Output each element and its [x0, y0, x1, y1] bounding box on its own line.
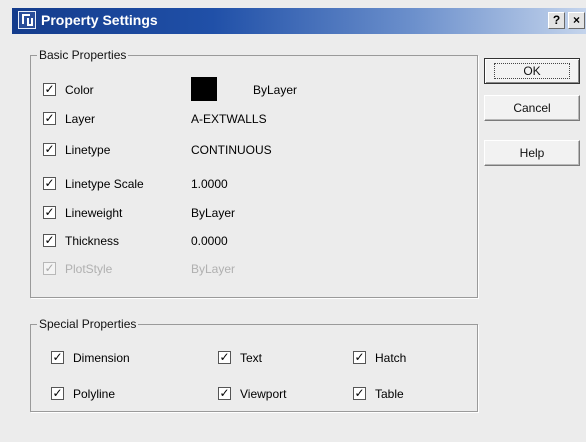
- viewport-option: ✓ Viewport: [218, 385, 348, 405]
- linetype-scale-row: ✓ Linetype Scale 1.0000: [43, 175, 463, 195]
- close-icon[interactable]: ×: [568, 12, 585, 29]
- linetype-scale-checkbox[interactable]: ✓: [43, 177, 56, 190]
- lineweight-value: ByLayer: [191, 206, 236, 220]
- help-question-icon[interactable]: ?: [548, 12, 565, 29]
- color-row: ✓ Color ByLayer: [43, 77, 463, 101]
- help-button[interactable]: Help: [484, 140, 580, 166]
- text-checkbox[interactable]: ✓: [218, 351, 231, 364]
- color-checkbox[interactable]: ✓: [43, 83, 56, 96]
- ok-button-label: OK: [494, 63, 570, 79]
- thickness-row: ✓ Thickness 0.0000: [43, 232, 463, 252]
- thickness-value: 0.0000: [191, 234, 228, 248]
- linetype-checkbox[interactable]: ✓: [43, 143, 56, 156]
- hatch-option: ✓ Hatch: [353, 349, 483, 369]
- polyline-label: Polyline: [73, 387, 116, 401]
- hatch-label: Hatch: [375, 351, 407, 365]
- color-swatch[interactable]: [191, 77, 217, 101]
- thickness-checkbox[interactable]: ✓: [43, 234, 56, 247]
- layer-label: Layer: [65, 112, 96, 126]
- plotstyle-label: PlotStyle: [65, 262, 113, 276]
- layer-row: ✓ Layer A-EXTWALLS: [43, 110, 463, 130]
- viewport-checkbox[interactable]: ✓: [218, 387, 231, 400]
- linetype-scale-value: 1.0000: [191, 177, 228, 191]
- polyline-checkbox[interactable]: ✓: [51, 387, 64, 400]
- ok-button[interactable]: OK: [484, 58, 580, 84]
- dimension-label: Dimension: [73, 351, 130, 365]
- property-settings-dialog: Property Settings ? × Basic Properties ✓…: [0, 0, 586, 442]
- linetype-scale-label: Linetype Scale: [65, 177, 144, 191]
- lineweight-label: Lineweight: [65, 206, 123, 220]
- linetype-row: ✓ Linetype CONTINUOUS: [43, 141, 463, 161]
- table-checkbox[interactable]: ✓: [353, 387, 366, 400]
- window-title: Property Settings: [41, 12, 158, 28]
- polyline-option: ✓ Polyline: [51, 385, 181, 405]
- linetype-value: CONTINUOUS: [191, 143, 272, 157]
- text-option: ✓ Text: [218, 349, 348, 369]
- layer-checkbox[interactable]: ✓: [43, 112, 56, 125]
- plotstyle-value: ByLayer: [191, 262, 236, 276]
- special-properties-group: Special Properties ✓ Dimension ✓ Text ✓ …: [30, 317, 478, 412]
- special-properties-title: Special Properties: [37, 317, 139, 331]
- lineweight-checkbox[interactable]: ✓: [43, 206, 56, 219]
- layer-value: A-EXTWALLS: [191, 112, 267, 126]
- hatch-checkbox[interactable]: ✓: [353, 351, 366, 364]
- color-value: ByLayer: [253, 83, 298, 97]
- basic-properties-group: Basic Properties ✓ Color ByLayer ✓ Layer…: [30, 48, 478, 298]
- linetype-label: Linetype: [65, 143, 111, 157]
- thickness-label: Thickness: [65, 234, 120, 248]
- title-bar[interactable]: Property Settings ? ×: [12, 8, 586, 34]
- table-option: ✓ Table: [353, 385, 483, 405]
- text-label: Text: [240, 351, 263, 365]
- plotstyle-row: ✓ PlotStyle ByLayer: [43, 260, 463, 280]
- table-label: Table: [375, 387, 404, 401]
- viewport-label: Viewport: [240, 387, 287, 401]
- cancel-button[interactable]: Cancel: [484, 95, 580, 121]
- lineweight-row: ✓ Lineweight ByLayer: [43, 204, 463, 224]
- dimension-checkbox[interactable]: ✓: [51, 351, 64, 364]
- dimension-option: ✓ Dimension: [51, 349, 181, 369]
- autocad-app-icon: [18, 11, 36, 29]
- plotstyle-checkbox: ✓: [43, 261, 56, 275]
- color-label: Color: [65, 83, 94, 97]
- basic-properties-title: Basic Properties: [37, 48, 129, 62]
